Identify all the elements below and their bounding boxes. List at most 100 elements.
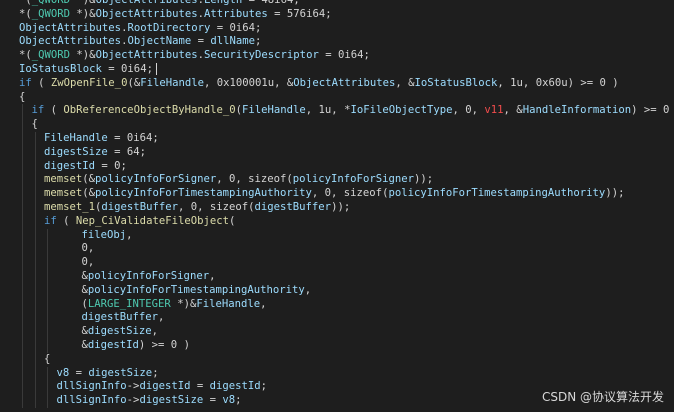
code-token: Length	[204, 0, 243, 6]
code-token: _QWORD	[31, 0, 71, 6]
code-line[interactable]: IoStatusBlock = 0i64;	[19, 63, 157, 77]
code-token: , 1u, 0x60u) >= 0 )	[497, 76, 619, 89]
code-token: (	[56, 214, 76, 227]
code-token: ,	[158, 311, 165, 324]
code-line[interactable]: (LARGE_INTEGER *)&FileHandle,	[82, 298, 267, 312]
code-token: (&	[127, 76, 141, 89]
code-token: ,	[304, 283, 312, 296]
code-token: IoStatusBlock	[414, 76, 498, 89]
indent-guide	[47, 366, 48, 408]
code-token: (&	[82, 187, 96, 200]
code-line[interactable]: memset(&policyInfoForSigner, 0, sizeof(p…	[44, 173, 433, 187]
code-token: if	[44, 214, 57, 227]
code-line[interactable]: if ( ObReferenceObjectByHandle_0(FileHan…	[32, 104, 674, 118]
code-token: digestSize	[87, 325, 152, 338]
code-token: , 0, sizeof(	[311, 187, 389, 200]
code-token: = 576i64;	[267, 7, 332, 20]
code-token: ;	[255, 35, 262, 48]
code-token: , 0, sizeof(	[216, 173, 293, 186]
code-token: digestId	[209, 380, 261, 393]
code-line[interactable]: digestId = 0;	[44, 160, 127, 174]
code-token: _QWORD	[31, 7, 71, 20]
code-line[interactable]: {	[32, 118, 38, 132]
code-token: 0,	[81, 242, 95, 255]
code-token: policyInfoForTimestampingAuthority	[95, 187, 312, 200]
code-token: IoStatusBlock	[19, 63, 102, 75]
code-token: ));	[605, 187, 625, 200]
code-token: {	[44, 352, 51, 365]
code-token: ObjectName	[127, 35, 192, 48]
code-token: *)&	[70, 49, 96, 62]
code-token: dllName	[210, 35, 256, 48]
code-token: ->	[126, 394, 140, 407]
code-line[interactable]: v8 = digestSize;	[57, 367, 159, 381]
code-token: ;	[152, 366, 159, 379]
code-line[interactable]: {	[19, 91, 25, 105]
code-editor[interactable]: *(_QWORD *)&ObjectAttributes.Length = 48…	[0, 0, 674, 412]
code-line[interactable]: &digestId) >= 0 )	[82, 339, 190, 353]
code-token: ObjectAttributes	[19, 35, 122, 48]
code-token: ;	[235, 394, 242, 407]
code-line[interactable]: memset_1(digestBuffer, 0, sizeof(digestB…	[44, 201, 350, 215]
code-line[interactable]: memset(&policyInfoForTimestampingAuthori…	[44, 187, 624, 201]
code-token: digestSize	[44, 145, 108, 158]
code-line[interactable]: *(_QWORD *)&ObjectAttributes.Attributes …	[19, 8, 332, 22]
code-line[interactable]: &policyInfoForSigner,	[82, 270, 216, 284]
code-token: ,	[260, 297, 267, 310]
code-token: digestBuffer	[81, 311, 159, 324]
code-token: policyInfoForSigner	[87, 270, 210, 282]
code-token: =	[190, 380, 210, 393]
code-token: (	[228, 214, 236, 227]
code-token: =	[69, 366, 89, 379]
code-line[interactable]: dllSignInfo->digestSize = v8;	[57, 394, 242, 408]
code-line[interactable]: if ( Nep_CiValidateFileObject(	[44, 215, 235, 229]
text-cursor	[155, 63, 157, 75]
code-token: digestSize	[88, 366, 153, 379]
code-token: ));	[413, 173, 434, 186]
code-line[interactable]: fileObj,	[82, 229, 133, 243]
code-token: digestId	[44, 159, 96, 172]
code-token: , 1u, *	[305, 104, 351, 117]
code-line[interactable]: FileHandle = 0i64;	[44, 132, 159, 146]
code-token: ) >= 0 )	[631, 104, 670, 117]
code-line[interactable]: ObjectAttributes.RootDirectory = 0i64;	[19, 22, 261, 36]
code-token: policyInfoForTimestampingAuthority	[87, 283, 305, 296]
code-token: ,	[151, 325, 159, 338]
indent-guide	[47, 228, 48, 353]
code-token: if	[31, 104, 45, 117]
code-token: ZwOpenFile_0	[50, 76, 128, 89]
code-token: FileHandle	[44, 132, 108, 144]
code-line[interactable]: ObjectAttributes.ObjectName = dllName;	[19, 35, 261, 49]
code-token: , 0,	[452, 104, 485, 117]
code-token: = 64;	[107, 145, 147, 158]
code-token: , &	[503, 104, 523, 117]
code-line[interactable]: &policyInfoForTimestampingAuthority,	[82, 284, 312, 298]
code-token: RootDirectory	[127, 21, 211, 34]
code-line[interactable]: digestBuffer,	[82, 311, 165, 325]
code-line[interactable]: dllSignInfo->digestId = digestId;	[57, 380, 268, 394]
code-line[interactable]: {	[44, 353, 50, 367]
code-token: LARGE_INTEGER	[87, 297, 171, 310]
code-line[interactable]: 0,	[82, 242, 95, 256]
code-token: policyInfoForTimestampingAuthority	[388, 187, 606, 200]
code-line[interactable]: *(_QWORD *)&ObjectAttributes.Length = 48…	[19, 0, 300, 8]
code-token: memset	[44, 187, 83, 200]
code-line[interactable]: digestSize = 64;	[44, 146, 146, 160]
code-line[interactable]: *(_QWORD *)&ObjectAttributes.SecurityDes…	[19, 49, 370, 63]
code-token: = 0i64;	[210, 21, 262, 34]
code-token: =	[191, 35, 211, 48]
code-line[interactable]: 0,	[82, 256, 95, 270]
code-token: _QWORD	[31, 49, 71, 62]
code-token: ObReferenceObjectByHandle_0	[63, 104, 236, 117]
code-token: dllSignInfo	[56, 380, 127, 393]
code-token: *(	[19, 7, 32, 20]
code-token: Attributes	[204, 7, 268, 20]
code-token: SecurityDescriptor	[204, 49, 319, 62]
code-token: memset_1	[44, 201, 96, 213]
code-token: if	[19, 76, 32, 89]
code-line[interactable]: &digestSize,	[82, 325, 159, 339]
code-line[interactable]: if ( ZwOpenFile_0(&FileHandle, 0x100001u…	[19, 77, 619, 91]
code-token: ;	[260, 380, 268, 393]
code-token: *(	[19, 0, 32, 6]
code-token: = 0i64;	[318, 49, 370, 62]
